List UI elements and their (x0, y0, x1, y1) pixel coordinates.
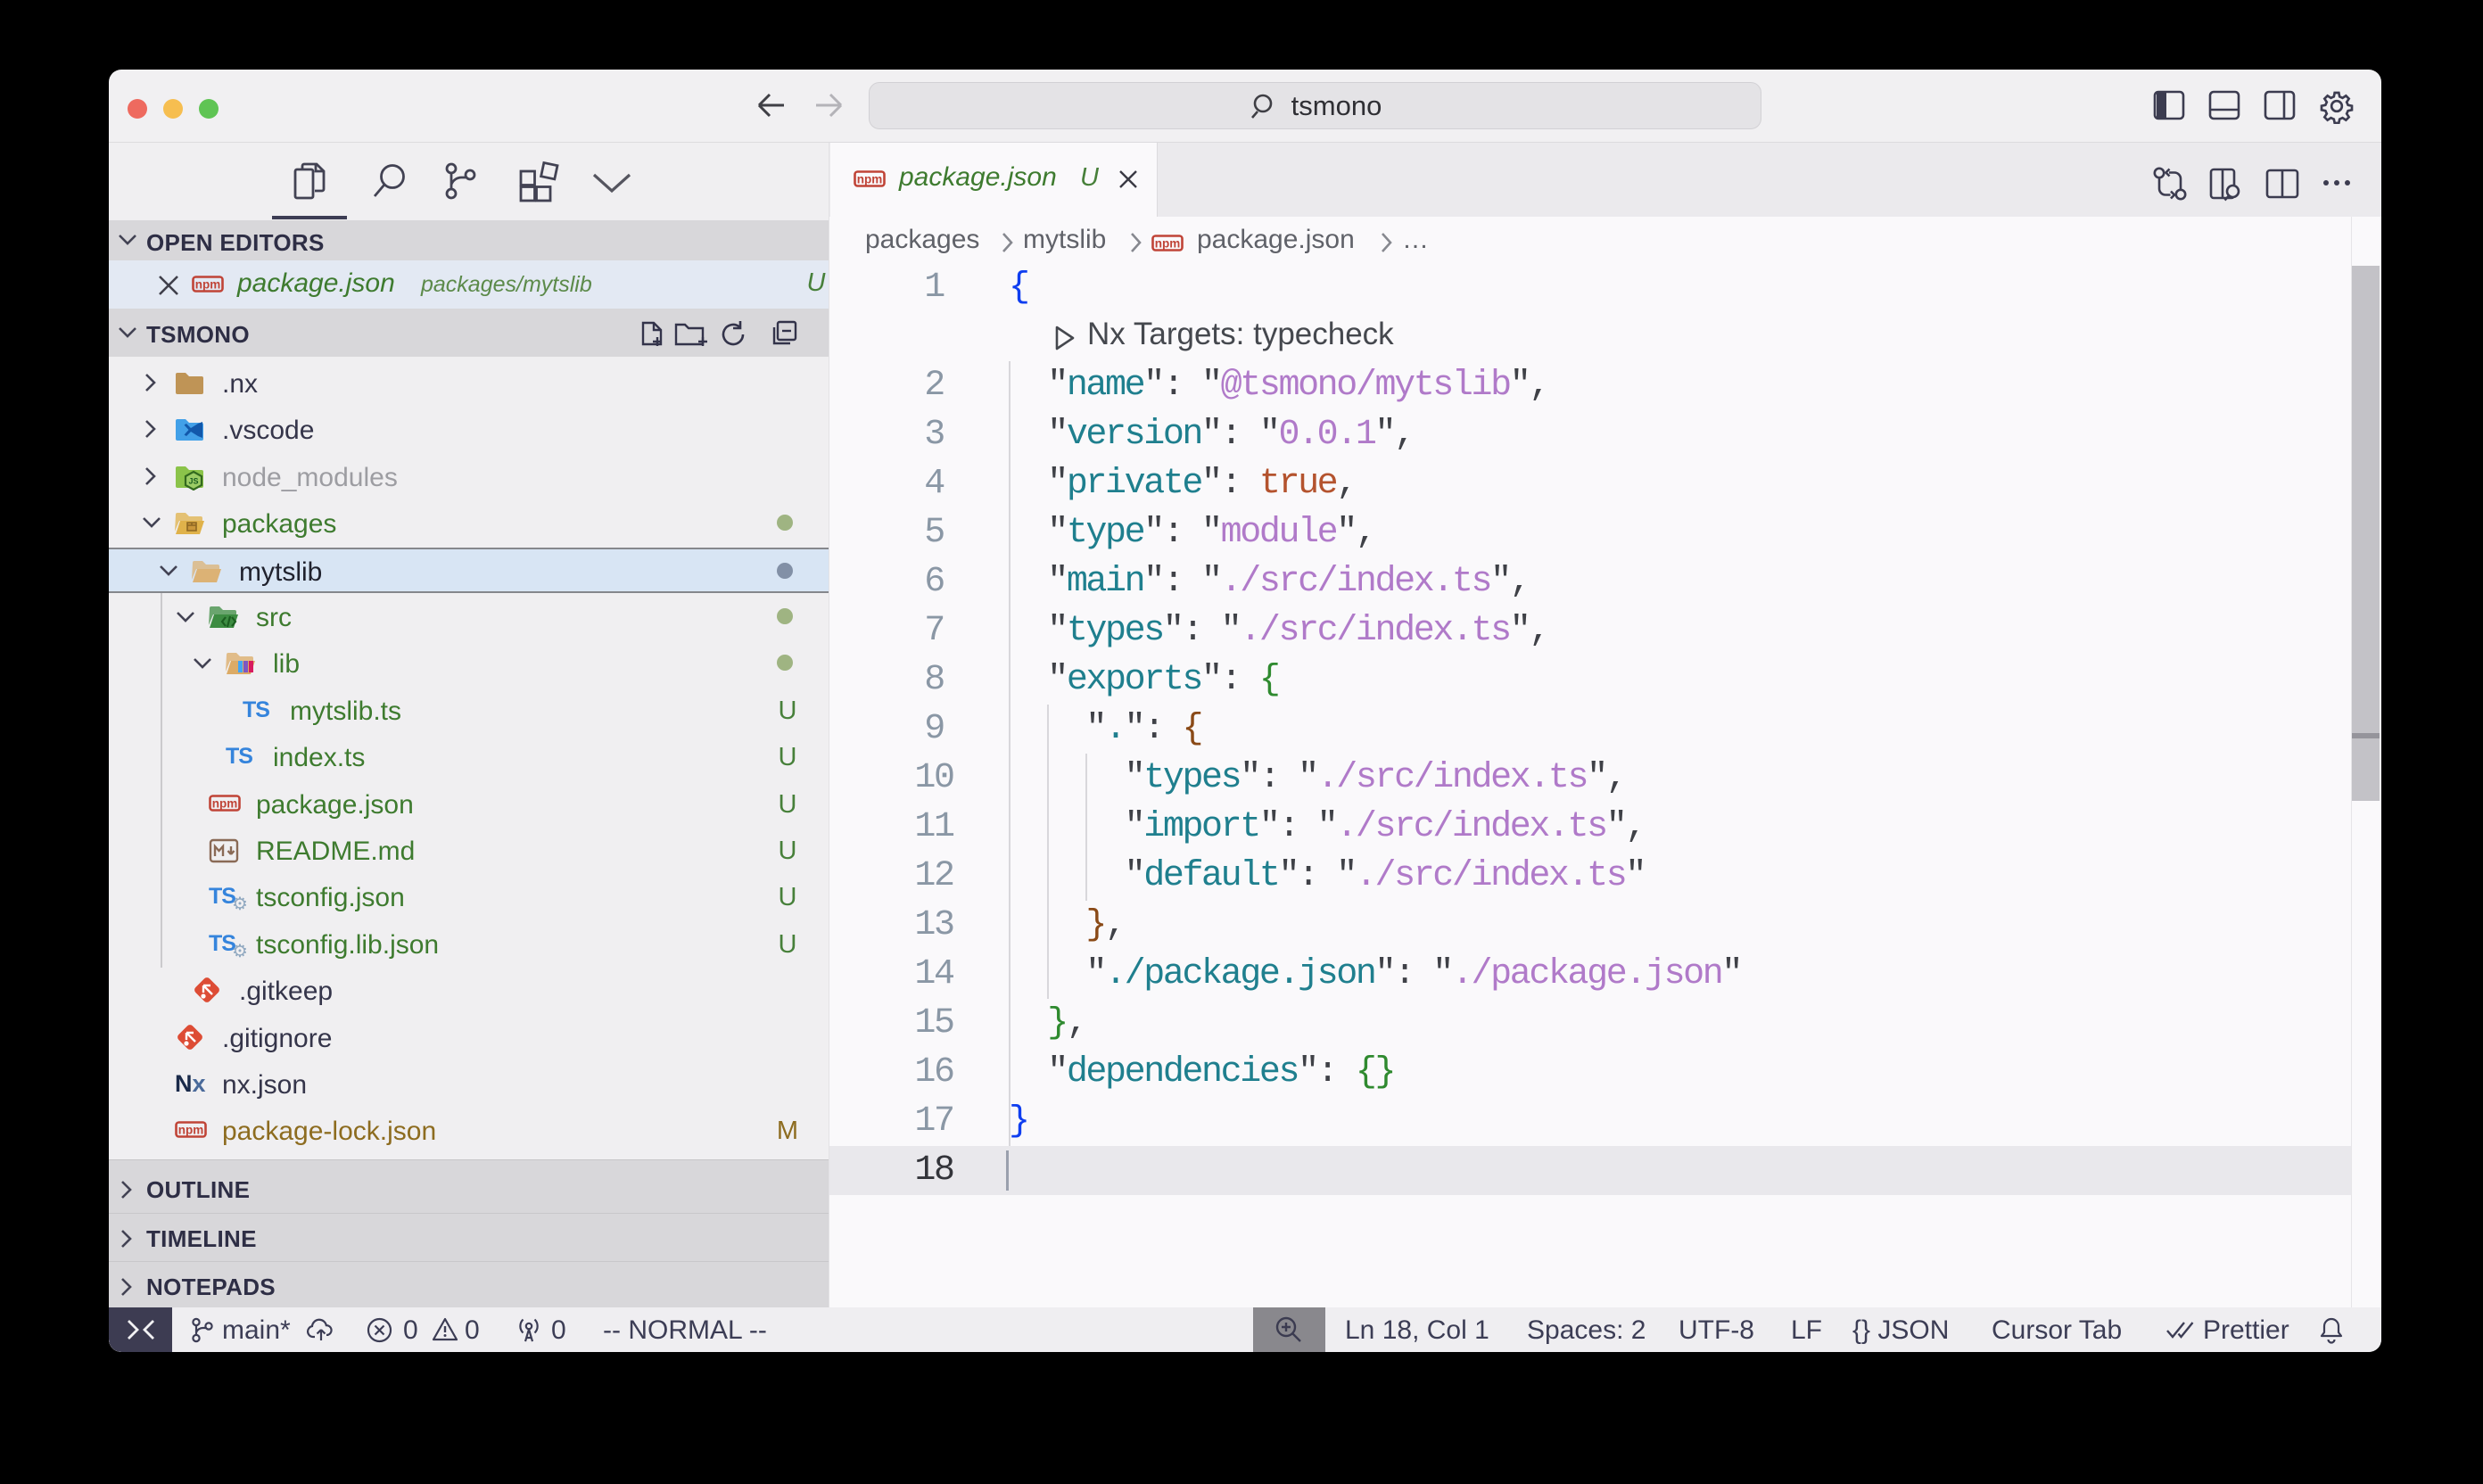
svg-text:JS: JS (188, 477, 198, 486)
